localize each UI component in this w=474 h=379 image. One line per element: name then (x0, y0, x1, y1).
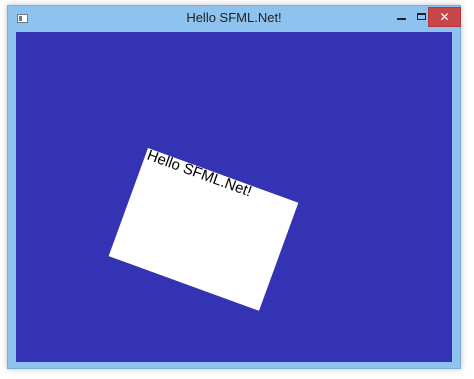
maximize-icon (417, 13, 426, 20)
app-window: Hello SFML.Net! ✕ Hello SFML.Net! (7, 5, 461, 369)
minimize-button[interactable] (390, 7, 412, 27)
close-button[interactable]: ✕ (428, 7, 461, 27)
minimize-icon (397, 18, 406, 20)
rotated-sprite: Hello SFML.Net! (108, 146, 299, 311)
render-canvas[interactable]: Hello SFML.Net! (16, 32, 452, 362)
close-icon: ✕ (439, 10, 450, 24)
sprite-text: Hello SFML.Net! (144, 146, 254, 201)
title-bar[interactable]: Hello SFML.Net! ✕ (8, 6, 461, 31)
